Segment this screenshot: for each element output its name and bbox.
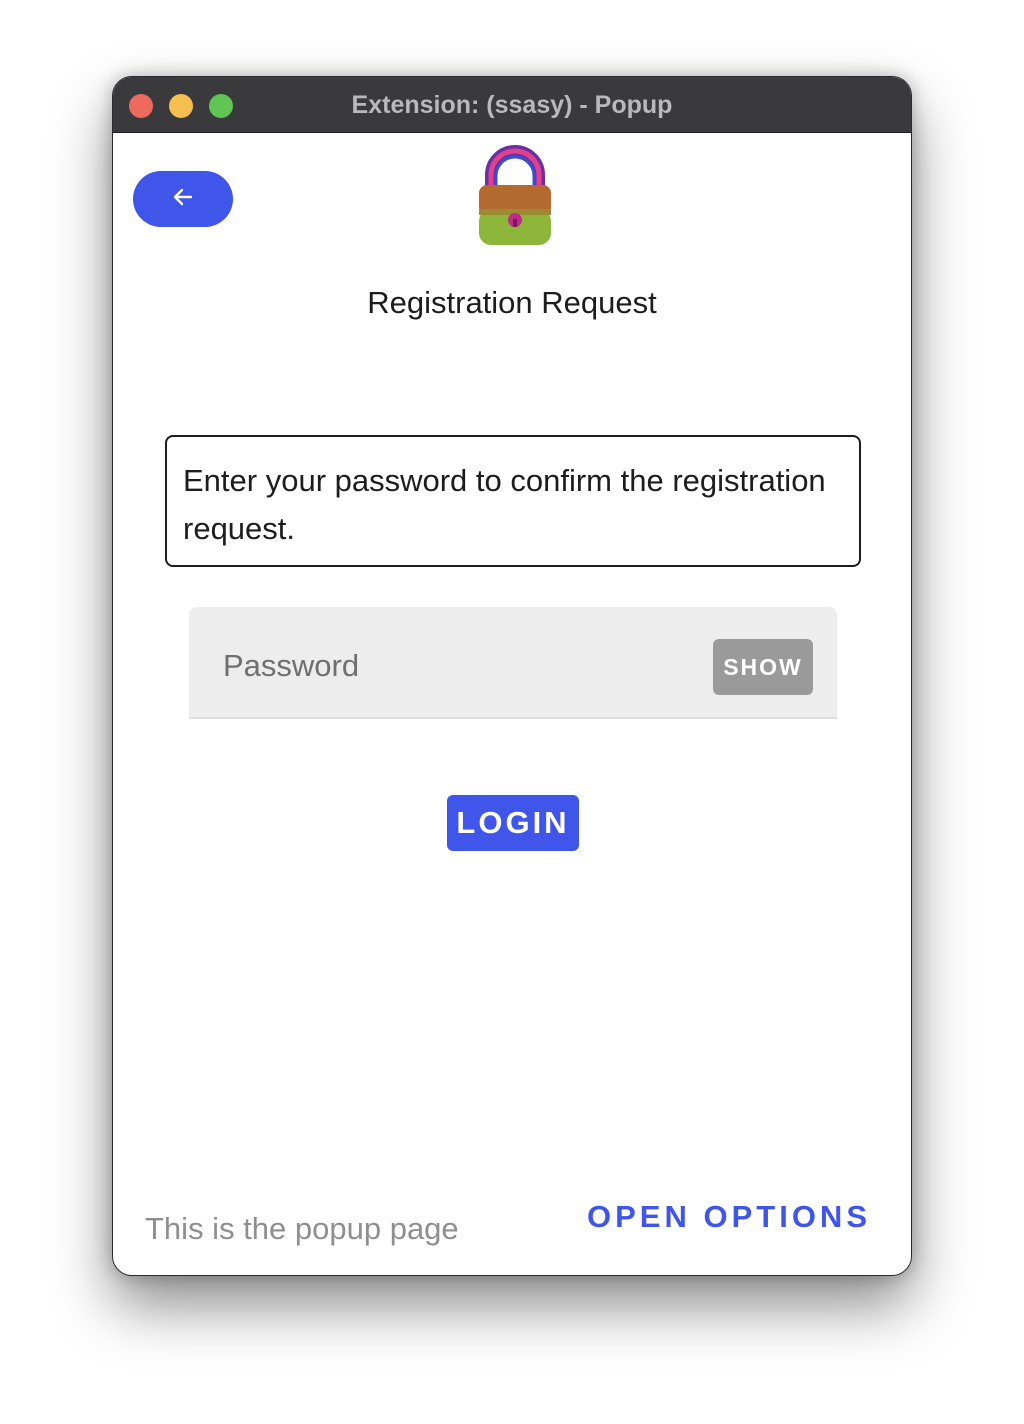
arrow-left-icon	[171, 185, 195, 214]
open-options-button[interactable]: OPEN OPTIONS	[587, 1199, 871, 1235]
password-input[interactable]	[221, 637, 705, 695]
footer-text: This is the popup page	[145, 1211, 459, 1246]
padlock-icon	[475, 145, 555, 249]
popup-window: Extension: (ssasy) - Popup Registration …	[112, 76, 912, 1276]
popup-content: Registration Request Enter your password…	[113, 133, 911, 1275]
back-button[interactable]	[133, 171, 233, 227]
show-password-button[interactable]: SHOW	[713, 639, 813, 695]
login-button[interactable]: LOGIN	[447, 795, 579, 851]
title-bar: Extension: (ssasy) - Popup	[113, 77, 911, 133]
window-title: Extension: (ssasy) - Popup	[351, 91, 673, 119]
instruction-message: Enter your password to confirm the regis…	[165, 435, 861, 567]
page-title: Registration Request	[367, 285, 657, 320]
password-field: SHOW	[189, 607, 837, 719]
